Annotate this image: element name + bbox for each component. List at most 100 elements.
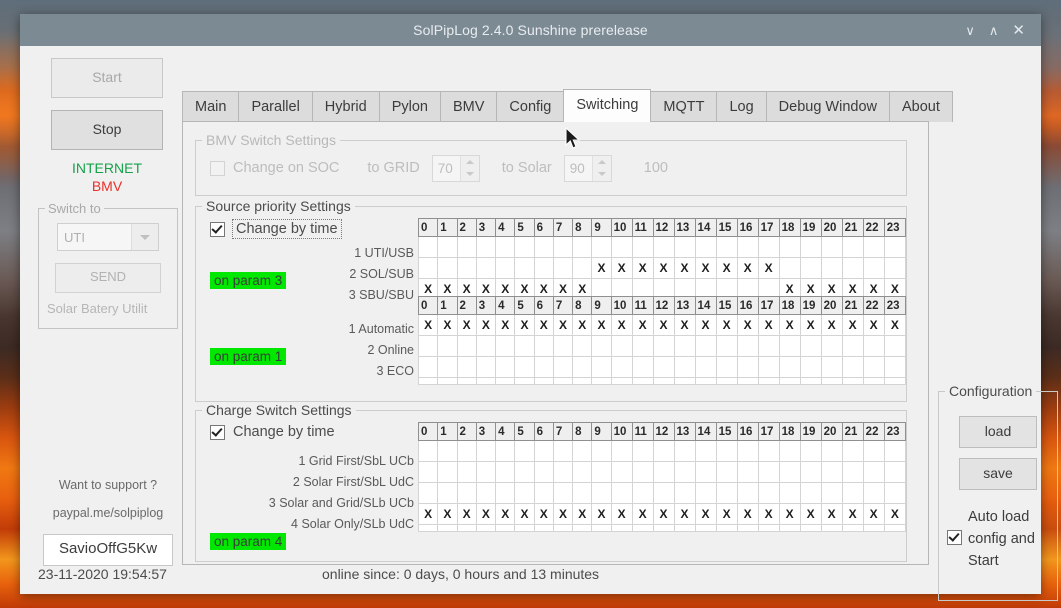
schedule-cell[interactable] [799, 356, 822, 378]
schedule-cell[interactable] [456, 356, 477, 378]
schedule-cell[interactable] [456, 257, 477, 279]
schedule-cell[interactable] [591, 440, 612, 462]
schedule-cell[interactable] [475, 236, 497, 258]
schedule-cell[interactable] [694, 482, 717, 504]
schedule-cell[interactable] [820, 236, 843, 258]
schedule-cell[interactable]: X [437, 503, 458, 525]
schedule-cell[interactable] [514, 356, 535, 378]
chevron-up-icon[interactable]: ∧ [989, 24, 999, 37]
schedule-cell[interactable] [715, 440, 738, 462]
schedule-cell[interactable]: X [591, 503, 612, 525]
schedule-cell[interactable] [533, 482, 554, 504]
schedule-cell[interactable] [572, 482, 593, 504]
schedule-cell[interactable]: X [514, 314, 535, 336]
schedule-cell[interactable] [715, 236, 738, 258]
schedule-cell[interactable]: X [778, 503, 801, 525]
schedule-cell[interactable] [591, 461, 612, 483]
schedule-cell[interactable] [514, 257, 535, 279]
schedule-cell[interactable] [495, 440, 516, 462]
schedule-cell[interactable] [417, 335, 439, 357]
schedule-cell[interactable]: X [841, 503, 864, 525]
schedule-cell[interactable] [778, 440, 801, 462]
schedule-cell[interactable]: X [883, 503, 907, 525]
charge-change-by-time-row[interactable]: Change by time [210, 424, 335, 440]
stepper-down-icon[interactable] [593, 168, 611, 181]
schedule-cell[interactable] [862, 461, 885, 483]
schedule-cell[interactable] [715, 335, 738, 357]
schedule-cell[interactable]: X [841, 314, 864, 336]
schedule-cell[interactable] [572, 236, 593, 258]
schedule-cell[interactable] [631, 335, 654, 357]
tab-mqtt[interactable]: MQTT [650, 91, 718, 122]
tab-pylon[interactable]: Pylon [378, 91, 441, 122]
schedule-cell[interactable] [841, 482, 864, 504]
schedule-cell[interactable]: X [417, 314, 439, 336]
schedule-cell[interactable]: X [673, 503, 696, 525]
schedule-cell[interactable] [673, 461, 696, 483]
schedule-cell[interactable]: X [757, 503, 780, 525]
schedule-cell[interactable] [631, 461, 654, 483]
schedule-cell[interactable]: X [820, 314, 843, 336]
schedule-cell[interactable]: X [437, 314, 458, 336]
schedule-cell[interactable] [475, 257, 497, 279]
schedule-cell[interactable]: X [778, 314, 801, 336]
schedule-cell[interactable] [673, 356, 696, 378]
schedule-cell[interactable] [778, 482, 801, 504]
tab-debug-window[interactable]: Debug Window [765, 91, 890, 122]
schedule-cell[interactable] [437, 356, 458, 378]
schedule-cell[interactable]: X [715, 257, 738, 279]
schedule-cell[interactable] [475, 440, 497, 462]
schedule-cell[interactable] [778, 257, 801, 279]
stepper-up-icon[interactable] [461, 156, 479, 169]
schedule-cell[interactable] [694, 335, 717, 357]
schedule-cell[interactable] [437, 236, 458, 258]
schedule-cell[interactable] [475, 461, 497, 483]
schedule-cell[interactable] [456, 482, 477, 504]
schedule-cell[interactable] [820, 335, 843, 357]
schedule-cell[interactable] [778, 335, 801, 357]
stepper-down-icon[interactable] [461, 168, 479, 181]
schedule-cell[interactable] [591, 482, 612, 504]
schedule-cell[interactable] [610, 335, 633, 357]
schedule-cell[interactable] [572, 257, 593, 279]
schedule-cell[interactable] [652, 440, 675, 462]
schedule-cell[interactable] [533, 257, 554, 279]
schedule-cell[interactable] [736, 440, 759, 462]
close-icon[interactable]: ✕ [1012, 23, 1025, 38]
schedule-cell[interactable]: X [820, 503, 843, 525]
schedule-cell[interactable] [514, 482, 535, 504]
schedule-cell[interactable] [883, 236, 907, 258]
stepper-up-icon[interactable] [593, 156, 611, 169]
switch-to-select[interactable]: UTI [57, 223, 159, 251]
schedule-cell[interactable] [883, 482, 907, 504]
charge-switch-grid[interactable]: 0 1 2 3 4 5 6 7 8 9 10 11 12 13 14 15 16 17 18 19 20 21 22 23 X X… [417, 422, 907, 532]
to-grid-spinbox[interactable]: 70 [431, 154, 480, 182]
schedule-cell[interactable] [610, 440, 633, 462]
schedule-cell[interactable] [652, 482, 675, 504]
schedule-cell[interactable] [591, 236, 612, 258]
schedule-cell[interactable] [533, 440, 554, 462]
schedule-cell[interactable]: X [631, 257, 654, 279]
schedule-cell[interactable] [475, 356, 497, 378]
schedule-cell[interactable] [417, 236, 439, 258]
schedule-cell[interactable] [757, 335, 780, 357]
schedule-cell[interactable] [820, 482, 843, 504]
schedule-cell[interactable]: X [610, 314, 633, 336]
schedule-cell[interactable] [417, 356, 439, 378]
schedule-cell[interactable] [437, 257, 458, 279]
schedule-cell[interactable]: X [610, 257, 633, 279]
tab-about[interactable]: About [889, 91, 953, 122]
tab-main[interactable]: Main [182, 91, 240, 122]
schedule-cell[interactable] [572, 440, 593, 462]
schedule-cell[interactable] [495, 482, 516, 504]
schedule-cell[interactable]: X [862, 503, 885, 525]
schedule-cell[interactable] [456, 461, 477, 483]
schedule-cell[interactable] [799, 335, 822, 357]
schedule-cell[interactable] [862, 236, 885, 258]
schedule-cell[interactable]: X [673, 314, 696, 336]
schedule-cell[interactable] [437, 335, 458, 357]
schedule-cell[interactable] [475, 335, 497, 357]
schedule-cell[interactable] [591, 356, 612, 378]
schedule-cell[interactable] [883, 440, 907, 462]
schedule-cell[interactable] [631, 236, 654, 258]
